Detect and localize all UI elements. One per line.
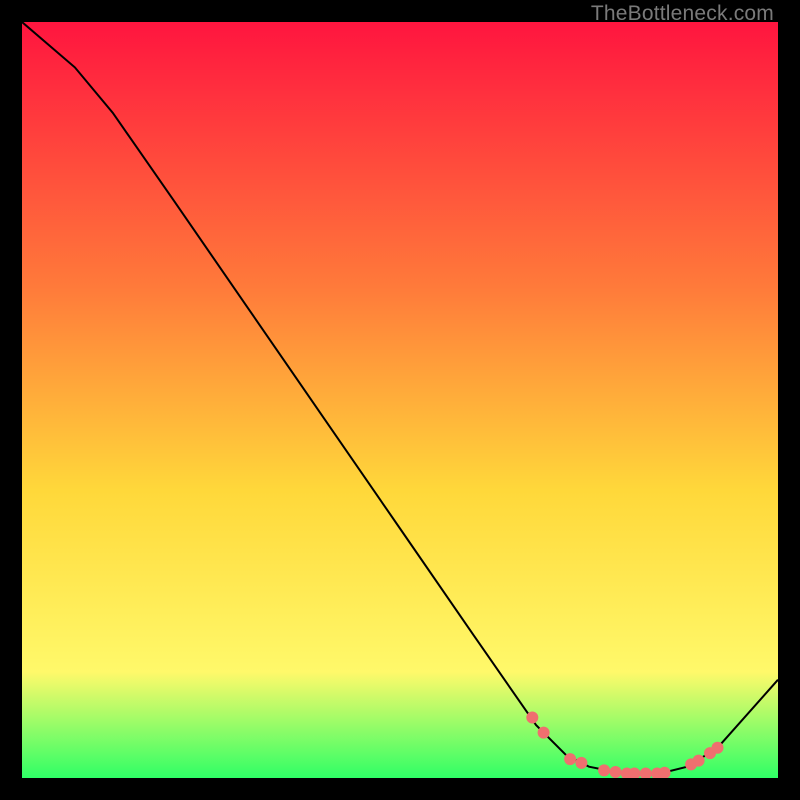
marker-point	[610, 766, 622, 778]
marker-point	[526, 712, 538, 724]
marker-point	[712, 742, 724, 754]
watermark-text: TheBottleneck.com	[591, 2, 774, 26]
bottleneck-chart	[22, 22, 778, 778]
marker-point	[598, 764, 610, 776]
gradient-background	[22, 22, 778, 778]
marker-point	[575, 757, 587, 769]
marker-point	[564, 753, 576, 765]
marker-point	[538, 727, 550, 739]
chart-frame	[22, 22, 778, 778]
marker-point	[693, 755, 705, 767]
